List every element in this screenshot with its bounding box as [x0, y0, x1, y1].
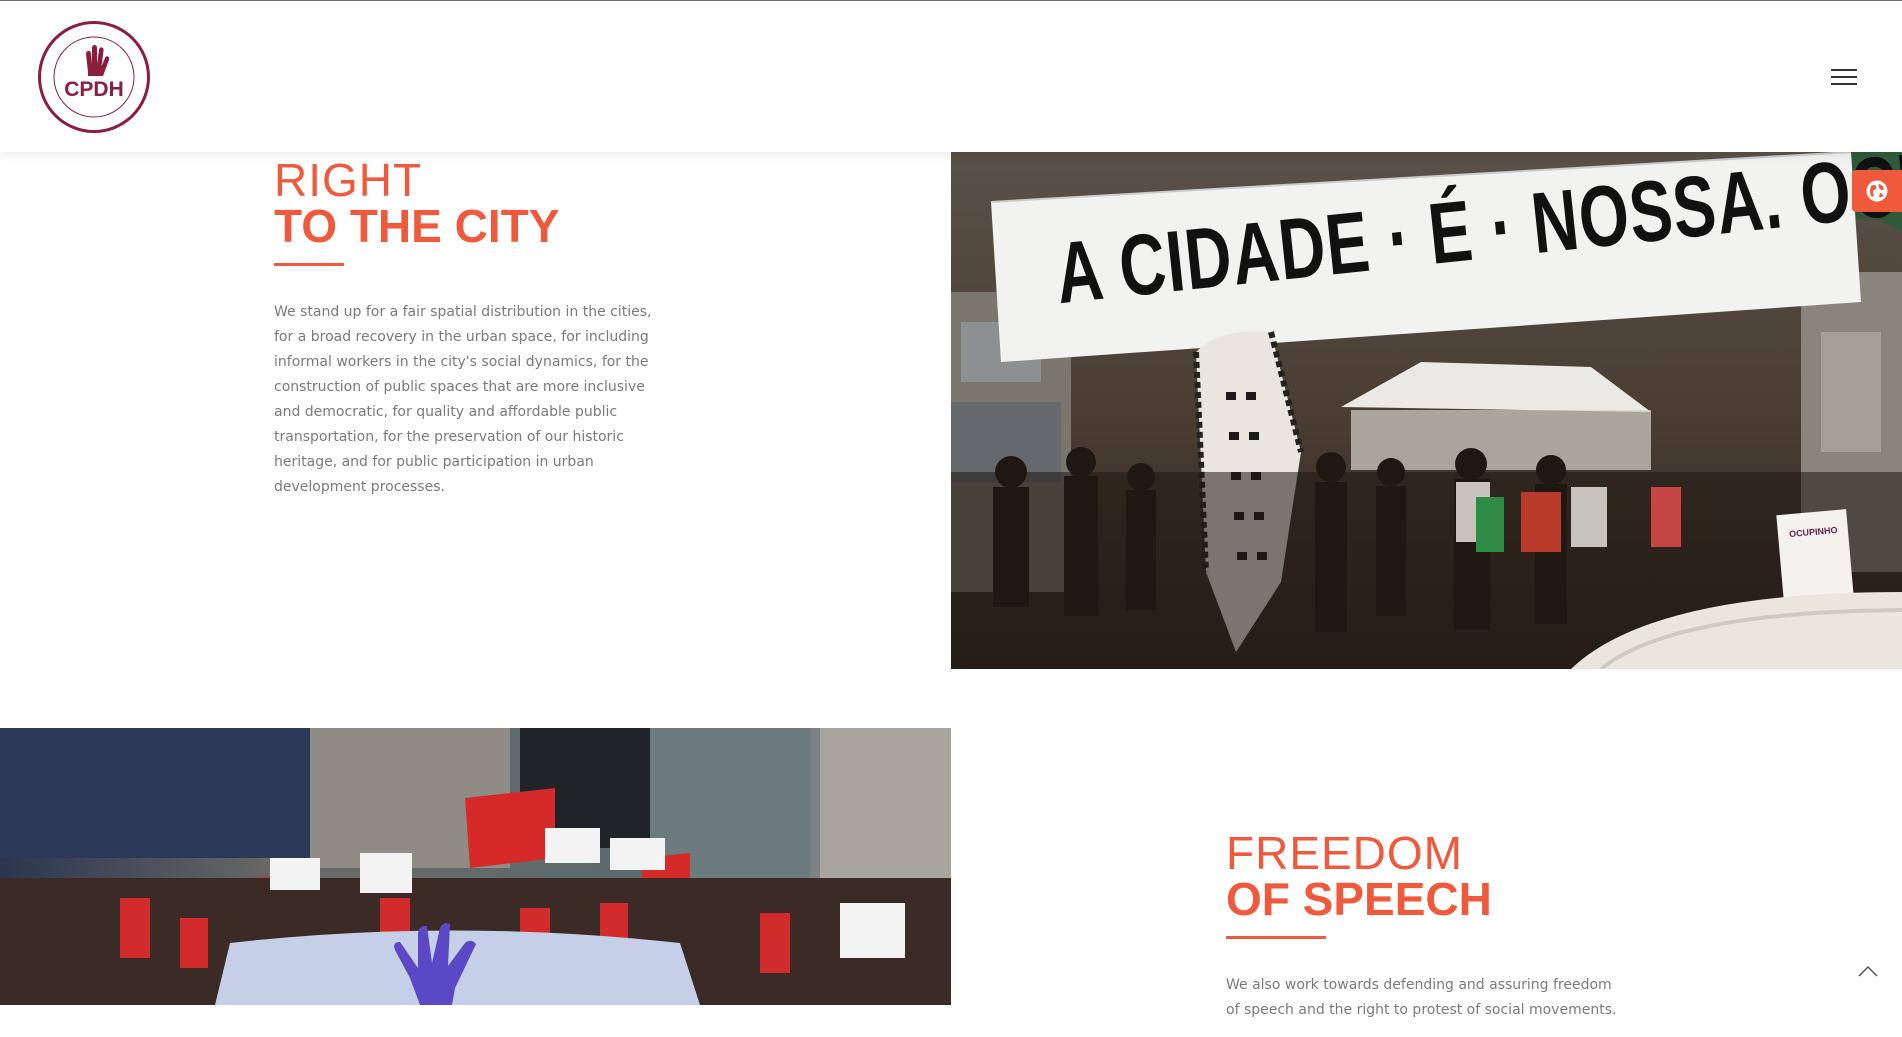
- globe-icon: [1866, 180, 1888, 202]
- menu-bar: [1831, 69, 1857, 71]
- hamburger-menu-icon[interactable]: [1831, 69, 1857, 87]
- raised-hand-icon: [53, 36, 135, 118]
- language-button[interactable]: [1852, 170, 1902, 212]
- menu-bar: [1831, 76, 1857, 78]
- section-body: We stand up for a fair spatial distribut…: [274, 304, 652, 495]
- freedom-of-speech-section: FREEDOM OF SPEECH We also work towards d…: [1226, 830, 1626, 1037]
- right-to-city-section: RIGHT TO THE CITY We stand up for a fair…: [274, 157, 674, 514]
- title-underline: [1226, 936, 1326, 939]
- menu-bar: [1831, 83, 1857, 85]
- section-title-light: FREEDOM: [1226, 827, 1463, 879]
- cpdh-logo[interactable]: CPDH: [38, 21, 150, 133]
- section-title-bold: TO THE CITY: [274, 200, 560, 252]
- site-header: CPDH: [0, 0, 1902, 152]
- title-underline: [274, 263, 344, 266]
- section-title-light: RIGHT: [274, 154, 423, 206]
- crowd-protest-photo: [0, 728, 951, 1005]
- section-body: We also work towards defending and assur…: [1226, 977, 1617, 1018]
- scroll-top-button[interactable]: [1857, 963, 1879, 977]
- section-title-bold: OF SPEECH: [1226, 873, 1492, 925]
- logo-acronym: CPDH: [64, 78, 124, 101]
- protest-banner-photo: A CIDADE · É · NOSSA. OCUPE-A ! OCUPINHO: [951, 152, 1902, 669]
- chevron-up-icon: [1858, 965, 1878, 977]
